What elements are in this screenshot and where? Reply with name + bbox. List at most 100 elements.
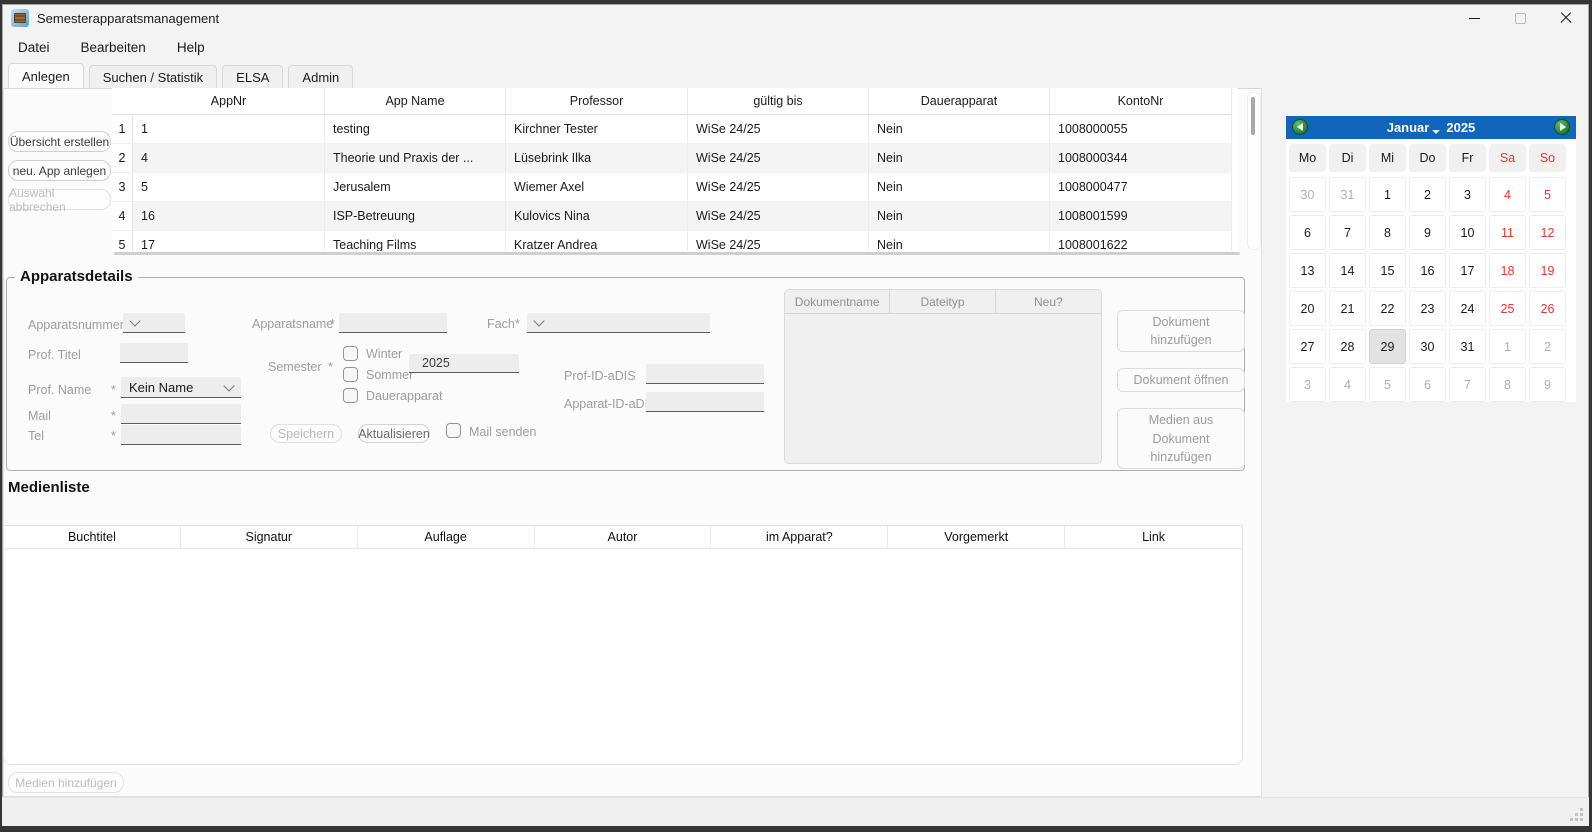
table-row[interactable]: 517Teaching FilmsKratzer AndreaWiSe 24/2… (112, 231, 1238, 251)
medien-column-vorgemerkt[interactable]: Vorgemerkt (888, 526, 1065, 548)
calendar-day-cell[interactable]: 22 (1369, 291, 1406, 326)
doc-button-1[interactable]: Dokument hinzufügen (1117, 310, 1245, 352)
calendar-day-cell[interactable]: 17 (1449, 253, 1486, 288)
calendar-day-cell[interactable]: 2 (1409, 177, 1446, 212)
calendar-day-cell[interactable]: 10 (1449, 215, 1486, 250)
calendar-day-cell[interactable]: 11 (1489, 215, 1526, 250)
apparatsnummer-select[interactable] (123, 313, 185, 333)
tab-admin[interactable]: Admin (288, 65, 353, 88)
calendar-day-cell[interactable]: 3 (1449, 177, 1486, 212)
checkbox-dauerapparat[interactable] (343, 388, 358, 403)
apparatsname-input[interactable] (339, 313, 447, 333)
calendar-day-cell[interactable]: 30 (1409, 329, 1446, 364)
doc-button-3[interactable]: Medien aus Dokument hinzufügen (1117, 408, 1245, 468)
calendar-day-cell[interactable]: 20 (1289, 291, 1326, 326)
calendar-day-cell[interactable]: 1 (1489, 329, 1526, 364)
tel-input[interactable] (121, 425, 241, 445)
calendar-day-cell[interactable]: 27 (1289, 329, 1326, 364)
calendar-title[interactable]: Januar 2025 (1387, 120, 1476, 135)
column-header-kontonr[interactable]: KontoNr (1050, 88, 1232, 115)
calendar-day-cell[interactable]: 4 (1329, 367, 1366, 402)
medien-column-buchtitel[interactable]: Buchtitel (4, 526, 181, 548)
table-row[interactable]: 24Theorie und Praxis der ...Lüsebrink Il… (112, 144, 1238, 173)
resize-grip[interactable] (1570, 808, 1583, 821)
maximize-button[interactable] (1497, 4, 1543, 32)
table-row[interactable]: 416ISP-BetreuungKulovics NinaWiSe 24/25N… (112, 202, 1238, 231)
calendar-day-cell[interactable]: 23 (1409, 291, 1446, 326)
calendar-day-cell[interactable]: 13 (1289, 253, 1326, 288)
table-horizontal-scrollbar[interactable] (114, 252, 1240, 255)
medien-column-im-apparat?[interactable]: im Apparat? (711, 526, 888, 548)
medien-column-auflage[interactable]: Auflage (358, 526, 535, 548)
calendar-day-cell[interactable]: 1 (1369, 177, 1406, 212)
calendar-day-cell[interactable]: 7 (1329, 215, 1366, 250)
minimize-button[interactable] (1451, 4, 1497, 32)
menu-item-help[interactable]: Help (177, 40, 205, 55)
checkbox-winter[interactable] (343, 346, 358, 361)
column-header-appnr[interactable]: AppNr (133, 88, 325, 115)
calendar-prev-month-button[interactable] (1292, 119, 1308, 135)
calendar-day-cell[interactable]: 30 (1289, 177, 1326, 212)
close-button[interactable] (1543, 4, 1589, 32)
column-header-g-ltig-bis[interactable]: gültig bis (688, 88, 869, 115)
table-row[interactable]: 35JerusalemWiemer AxelWiSe 24/25Nein1008… (112, 173, 1238, 202)
calendar-day-cell[interactable]: 2 (1529, 329, 1566, 364)
column-header-app-name[interactable]: App Name (325, 88, 506, 115)
checkbox-sommer[interactable] (343, 367, 358, 382)
menu-item-bearbeiten[interactable]: Bearbeiten (81, 40, 146, 55)
table-row[interactable]: 11testingKirchner TesterWiSe 24/25Nein10… (112, 115, 1238, 144)
calendar-next-month-button[interactable] (1554, 119, 1570, 135)
calendar-day-cell[interactable]: 7 (1449, 367, 1486, 402)
semester-year-input[interactable]: 2025 (409, 354, 519, 373)
calendar-day-cell[interactable]: 9 (1409, 215, 1446, 250)
calendar-day-cell[interactable]: 8 (1489, 367, 1526, 402)
calendar-day-cell[interactable]: 6 (1409, 367, 1446, 402)
medien-column-link[interactable]: Link (1065, 526, 1242, 548)
medien-column-signatur[interactable]: Signatur (181, 526, 358, 548)
calendar-day-cell[interactable]: 14 (1329, 253, 1366, 288)
column-header-professor[interactable]: Professor (506, 88, 688, 115)
calendar-day-cell[interactable]: 31 (1449, 329, 1486, 364)
calendar-day-cell[interactable]: 28 (1329, 329, 1366, 364)
calendar-day-cell[interactable]: 18 (1489, 253, 1526, 288)
mail-input[interactable] (121, 404, 241, 424)
scrollbar-thumb[interactable] (1251, 97, 1255, 135)
prof-titel-input[interactable] (120, 343, 188, 363)
calendar-day-cell[interactable]: 3 (1289, 367, 1326, 402)
calendar-day-cell[interactable]: 24 (1449, 291, 1486, 326)
medien-hinzufuegen-button[interactable]: Medien hinzufügen (8, 772, 124, 793)
calendar-day-cell[interactable]: 31 (1329, 177, 1366, 212)
calendar-day-cell[interactable]: 4 (1489, 177, 1526, 212)
calendar-day-cell[interactable]: 19 (1529, 253, 1566, 288)
prof-id-adis-input[interactable] (646, 364, 764, 384)
calendar-day-cell[interactable]: 29 (1369, 329, 1406, 364)
calendar-day-cell[interactable]: 6 (1289, 215, 1326, 250)
sidebar-button-1[interactable]: Übersicht erstellen (8, 131, 111, 152)
calendar-day-cell[interactable]: 15 (1369, 253, 1406, 288)
sidebar-button-3[interactable]: Auswahl abbrechen (8, 189, 111, 210)
calendar-day-cell[interactable]: 5 (1529, 177, 1566, 212)
calendar-day-cell[interactable]: 21 (1329, 291, 1366, 326)
tab-anlegen[interactable]: Anlegen (8, 63, 84, 88)
calendar-day-cell[interactable]: 8 (1369, 215, 1406, 250)
calendar-day-cell[interactable]: 12 (1529, 215, 1566, 250)
apparat-id-adis-input[interactable] (646, 392, 764, 412)
tab-elsa[interactable]: ELSA (222, 65, 283, 88)
doc-button-2[interactable]: Dokument öffnen (1117, 368, 1245, 392)
table-vertical-scrollbar[interactable] (1247, 92, 1261, 250)
aktualisieren-button[interactable]: Aktualisieren (358, 424, 430, 443)
speichern-button[interactable]: Speichern (270, 424, 342, 443)
calendar-day-cell[interactable]: 26 (1529, 291, 1566, 326)
menu-item-datei[interactable]: Datei (18, 40, 50, 55)
tab-suchen-statistik[interactable]: Suchen / Statistik (89, 65, 217, 88)
calendar-day-cell[interactable]: 5 (1369, 367, 1406, 402)
prof-name-select[interactable]: Kein Name (121, 377, 241, 398)
medien-column-autor[interactable]: Autor (535, 526, 712, 548)
sidebar-button-2[interactable]: neu. App anlegen (8, 160, 111, 181)
calendar-day-cell[interactable]: 25 (1489, 291, 1526, 326)
calendar-day-cell[interactable]: 16 (1409, 253, 1446, 288)
column-header-dauerapparat[interactable]: Dauerapparat (869, 88, 1050, 115)
calendar-day-cell[interactable]: 9 (1529, 367, 1566, 402)
mail-senden-checkbox[interactable] (446, 423, 461, 438)
fach-select[interactable] (527, 313, 710, 333)
